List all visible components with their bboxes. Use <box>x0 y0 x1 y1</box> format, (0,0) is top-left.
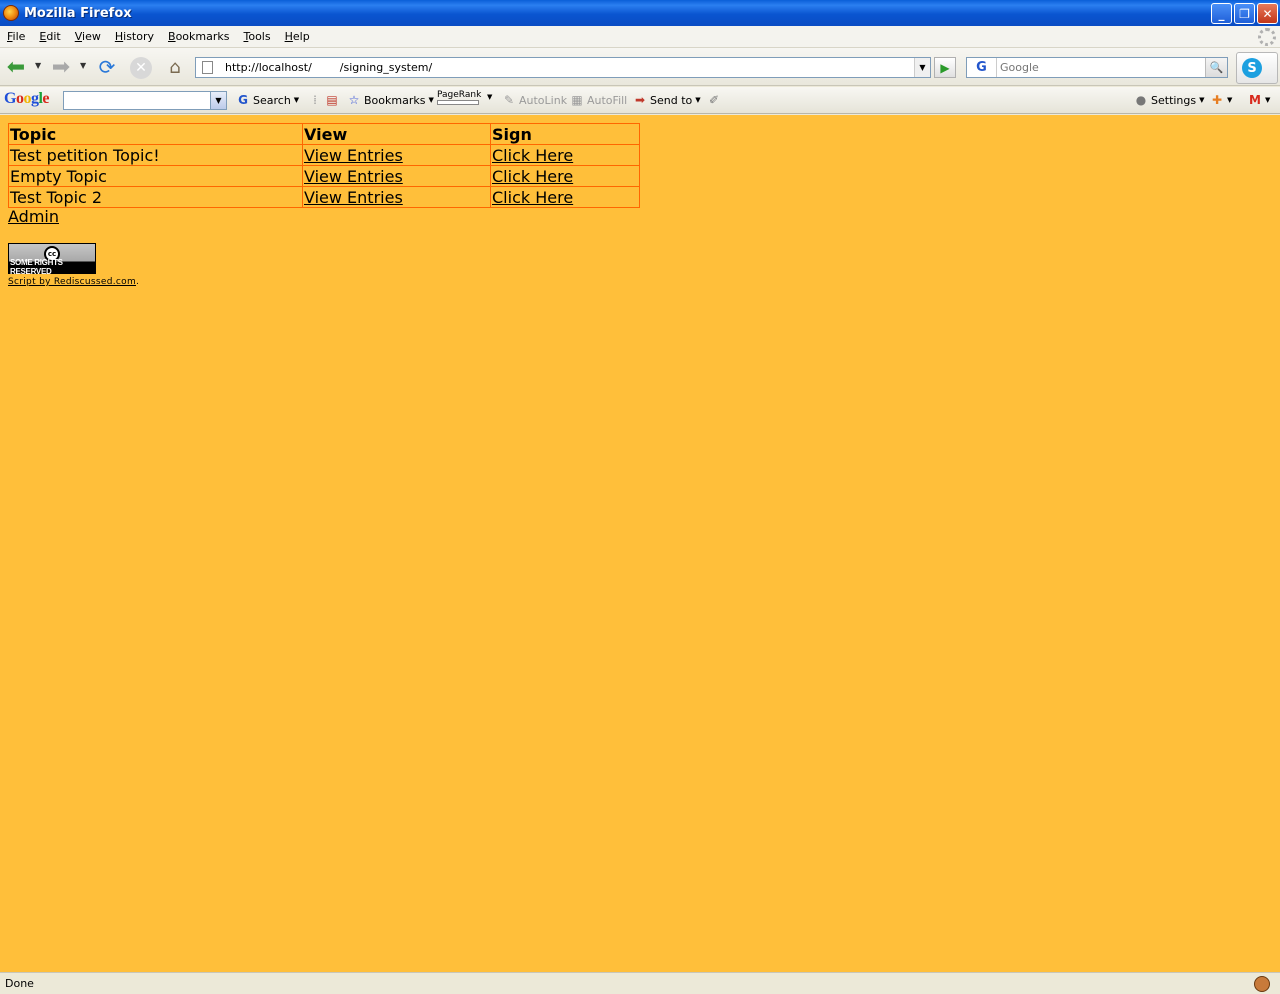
google-g-icon: G <box>238 93 248 107</box>
chevron-down-icon: ▼ <box>1199 96 1205 104</box>
google-tool-icons[interactable]: ⁞ ▤ <box>308 93 339 107</box>
maximize-button[interactable]: ❐ <box>1234 3 1255 24</box>
window-controls: _ ❐ ✕ <box>1211 3 1278 24</box>
send-to-button[interactable]: ➡ Send to ▼ <box>633 93 701 107</box>
menu-bookmarks[interactable]: Bookmarks <box>161 30 236 43</box>
firefox-logo-icon <box>3 5 19 21</box>
go-button[interactable]: ▶ <box>934 57 956 78</box>
chevron-down-icon: ▼ <box>428 96 434 104</box>
topic-cell: Test Topic 2 <box>8 186 303 208</box>
view-entries-link[interactable]: View Entries <box>304 188 403 207</box>
google-bookmarks-button[interactable]: ☆ Bookmarks ▼ <box>347 93 434 107</box>
back-button[interactable]: ⬅ <box>4 55 28 80</box>
reload-button[interactable]: ⟳ <box>95 55 119 79</box>
send-arrow-icon: ➡ <box>634 93 646 107</box>
status-text: Done <box>5 977 34 990</box>
highlighter-icon: ✐ <box>708 93 720 107</box>
header-sign: Sign <box>490 123 640 145</box>
throbber-icon <box>1258 28 1276 46</box>
greasemonkey-icon[interactable] <box>1254 976 1270 992</box>
home-button[interactable]: ⌂ <box>163 56 187 78</box>
google-logo[interactable]: Google <box>4 90 49 108</box>
topic-cell: Test petition Topic! <box>8 144 303 166</box>
menu-help[interactable]: Help <box>278 30 317 43</box>
sign-link[interactable]: Click Here <box>492 167 573 186</box>
address-bar[interactable]: http://localhost/ /signing_system/ ▼ <box>195 57 931 78</box>
chevron-down-icon: ▼ <box>695 96 701 104</box>
form-icon: ▦ <box>571 93 583 107</box>
gmail-button[interactable]: M ▼ <box>1248 93 1270 107</box>
autofill-button[interactable]: ▦ AutoFill <box>570 93 627 107</box>
gadgets-icon: ✚ <box>1211 93 1223 107</box>
skype-button[interactable]: S <box>1236 52 1278 84</box>
window-title: Mozilla Firefox <box>24 5 132 21</box>
header-topic: Topic <box>8 123 303 145</box>
pagerank-meter[interactable]: PageRank <box>437 90 481 105</box>
autolink-button[interactable]: ✎ AutoLink <box>502 93 567 107</box>
header-view: View <box>302 123 491 145</box>
table-header-row: Topic View Sign <box>8 123 640 145</box>
url-history-dropdown-icon[interactable]: ▼ <box>914 58 930 77</box>
page-content: Topic View Sign Test petition Topic! Vie… <box>0 115 1280 972</box>
page-icon <box>202 61 213 74</box>
settings-button[interactable]: ● Settings ▼ <box>1134 93 1205 107</box>
stop-button[interactable]: ✕ <box>130 57 152 79</box>
settings-gear-icon: ● <box>1135 93 1147 107</box>
menu-file[interactable]: File <box>0 30 32 43</box>
gadgets-button[interactable]: ✚ ▼ <box>1210 93 1232 107</box>
window-titlebar: Mozilla Firefox _ ❐ ✕ <box>0 0 1280 26</box>
search-engine-icon[interactable]: G <box>967 58 997 77</box>
url-text: http://localhost/ /signing_system/ <box>225 61 433 74</box>
status-bar: Done <box>0 972 1280 994</box>
chevron-down-icon: ▼ <box>1227 96 1233 104</box>
pagerank-bar <box>437 100 479 105</box>
chevron-down-icon: ▼ <box>1265 96 1271 104</box>
menu-view[interactable]: View <box>68 30 108 43</box>
search-input[interactable] <box>997 58 1202 77</box>
separator-handle-icon: ⁞ <box>313 93 317 107</box>
chevron-down-icon: ▼ <box>293 96 300 104</box>
table-row: Empty Topic View Entries Click Here <box>8 165 640 187</box>
wand-icon: ✎ <box>503 93 515 107</box>
search-bar: G 🔍 <box>966 57 1228 78</box>
sign-link[interactable]: Click Here <box>492 146 573 165</box>
view-entries-link[interactable]: View Entries <box>304 167 403 186</box>
menu-edit[interactable]: Edit <box>32 30 67 43</box>
table-row: Test Topic 2 View Entries Click Here <box>8 186 640 208</box>
skype-icon: S <box>1242 58 1262 78</box>
forward-history-dropdown-icon[interactable]: ▼ <box>80 61 86 70</box>
chevron-down-icon: ▼ <box>487 93 493 101</box>
gmail-icon: M <box>1249 93 1261 107</box>
sign-link[interactable]: Click Here <box>492 188 573 207</box>
news-icon[interactable]: ▤ <box>325 93 339 107</box>
topic-cell: Empty Topic <box>8 165 303 187</box>
star-icon: ☆ <box>348 93 360 107</box>
table-row: Test petition Topic! View Entries Click … <box>8 144 640 166</box>
cc-badge-text: SOME RIGHTS RESERVED <box>10 258 63 276</box>
close-button[interactable]: ✕ <box>1257 3 1278 24</box>
google-search-input[interactable]: ▼ <box>63 91 227 110</box>
search-icon[interactable]: 🔍 <box>1205 58 1227 77</box>
forward-button[interactable]: ➡ <box>49 55 73 80</box>
credit-link[interactable]: Script by Rediscussed.com <box>8 277 136 287</box>
back-history-dropdown-icon[interactable]: ▼ <box>35 61 41 70</box>
menu-bar: File Edit View History Bookmarks Tools H… <box>0 26 1280 48</box>
pagerank-dropdown[interactable]: ▼ <box>487 93 492 101</box>
google-search-dropdown-icon[interactable]: ▼ <box>210 92 226 109</box>
highlighter-button[interactable]: ✐ <box>707 93 721 107</box>
admin-link[interactable]: Admin <box>8 207 59 226</box>
menu-tools[interactable]: Tools <box>236 30 277 43</box>
credit-line: Script by Rediscussed.com. <box>8 277 140 287</box>
creative-commons-badge[interactable]: cc SOME RIGHTS RESERVED <box>8 243 96 276</box>
google-search-button[interactable]: G Search ▼ <box>236 93 299 107</box>
minimize-button[interactable]: _ <box>1211 3 1232 24</box>
view-entries-link[interactable]: View Entries <box>304 146 403 165</box>
petition-table: Topic View Sign Test petition Topic! Vie… <box>8 123 640 208</box>
menu-history[interactable]: History <box>108 30 161 43</box>
